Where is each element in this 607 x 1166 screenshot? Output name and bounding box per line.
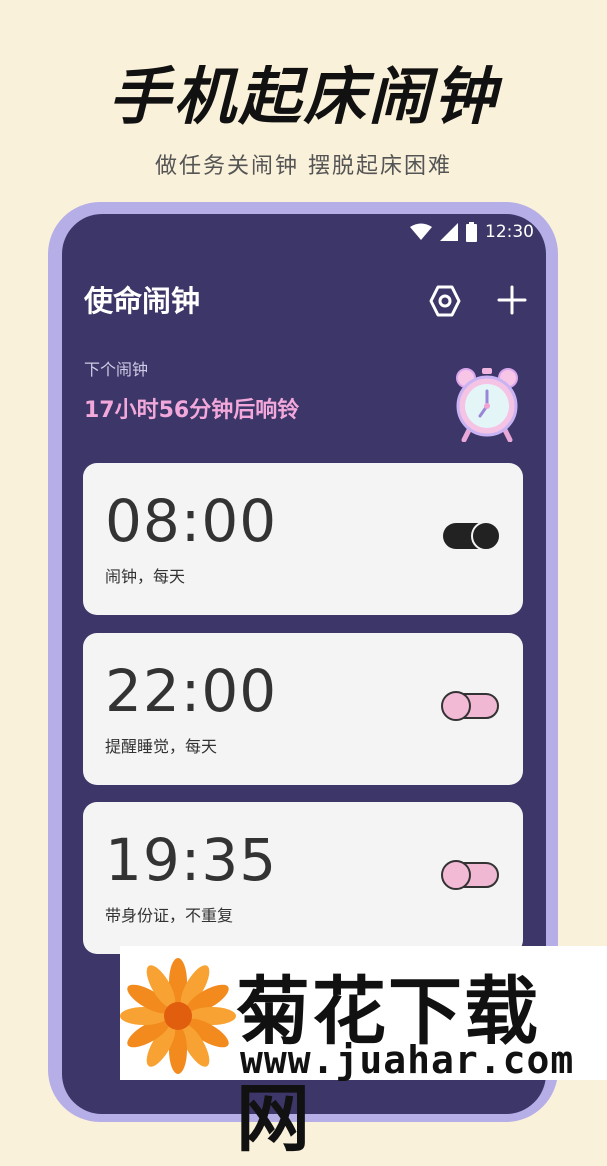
app-title: 使命闹钟 xyxy=(84,284,201,318)
alarm-card[interactable]: 19:35 带身份证，不重复 xyxy=(83,802,523,954)
wifi-icon xyxy=(410,223,432,241)
settings-hexagon-icon xyxy=(429,285,461,317)
alarm-description: 提醒睡觉，每天 xyxy=(105,737,218,756)
next-alarm-label: 下个闹钟 xyxy=(84,360,149,379)
promo-subline: 做任务关闹钟 摆脱起床困难 xyxy=(155,154,452,179)
alarm-toggle[interactable] xyxy=(443,521,501,551)
alarm-time: 19:35 xyxy=(105,826,278,894)
alarm-time: 08:00 xyxy=(105,487,278,555)
alarm-toggle[interactable] xyxy=(441,691,499,721)
alarm-card[interactable]: 08:00 闹钟，每天 xyxy=(83,463,523,615)
alarm-card[interactable]: 22:00 提醒睡觉，每天 xyxy=(83,633,523,785)
alarm-description: 闹钟，每天 xyxy=(105,567,186,586)
toggle-knob xyxy=(441,691,471,721)
alarm-time: 22:00 xyxy=(105,657,278,725)
alarm-clock-icon xyxy=(452,366,522,443)
alarm-description: 带身份证，不重复 xyxy=(105,906,234,925)
signal-icon xyxy=(440,223,458,241)
status-bar: 12:30 xyxy=(410,220,534,244)
watermark-banner: 菊花下载网 www.juahar.com xyxy=(120,946,607,1162)
status-time: 12:30 xyxy=(485,222,534,242)
toggle-knob xyxy=(471,521,501,551)
add-alarm-button[interactable] xyxy=(496,284,528,316)
flower-logo-icon xyxy=(120,958,236,1074)
plus-icon xyxy=(497,285,527,315)
promo-headline: 手机起床闹钟 xyxy=(108,60,499,133)
next-alarm-countdown: 17小时56分钟后响铃 xyxy=(84,398,300,423)
toggle-knob xyxy=(441,860,471,890)
watermark-url: www.juahar.com xyxy=(240,1038,575,1082)
settings-button[interactable] xyxy=(428,284,462,318)
alarm-toggle[interactable] xyxy=(441,860,499,890)
battery-icon xyxy=(466,222,477,242)
